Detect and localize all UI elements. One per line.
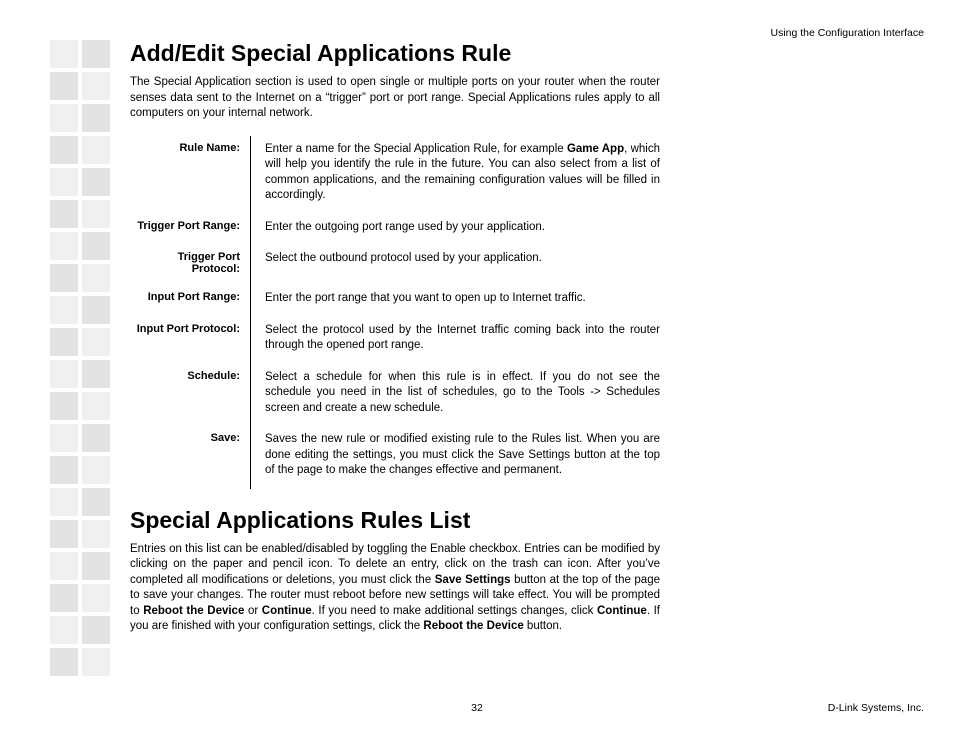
definition-label: Rule Name: bbox=[130, 136, 251, 214]
definition-value: Enter the outgoing port range used by yo… bbox=[251, 214, 661, 246]
header-breadcrumb: Using the Configuration Interface bbox=[770, 27, 924, 39]
decorative-margin bbox=[50, 40, 110, 680]
definition-value: Select a schedule for when this rule is … bbox=[251, 364, 661, 427]
section-intro: The Special Application section is used … bbox=[130, 75, 660, 122]
rules-list-paragraph: Entries on this list can be enabled/disa… bbox=[130, 542, 660, 635]
definition-label: Schedule: bbox=[130, 364, 251, 427]
footer-company: D-Link Systems, Inc. bbox=[828, 702, 924, 714]
definitions-table: Rule Name:Enter a name for the Special A… bbox=[130, 136, 660, 489]
main-content: Add/Edit Special Applications Rule The S… bbox=[130, 40, 660, 635]
section-title: Add/Edit Special Applications Rule bbox=[130, 40, 660, 67]
definition-label: Input Port Range: bbox=[130, 285, 251, 317]
definition-row: Save:Saves the new rule or modified exis… bbox=[130, 426, 660, 489]
definition-label: Save: bbox=[130, 426, 251, 489]
definition-value: Select the protocol used by the Internet… bbox=[251, 317, 661, 364]
page-number: 32 bbox=[0, 702, 954, 714]
definition-row: Trigger Port Range:Enter the outgoing po… bbox=[130, 214, 660, 246]
definition-label: Trigger Port Protocol: bbox=[130, 245, 251, 285]
section-rules-list: Special Applications Rules List Entries … bbox=[130, 507, 660, 635]
definition-row: Schedule:Select a schedule for when this… bbox=[130, 364, 660, 427]
definition-label: Trigger Port Range: bbox=[130, 214, 251, 246]
definition-row: Input Port Range:Enter the port range th… bbox=[130, 285, 660, 317]
page: Using the Configuration Interface Add/Ed… bbox=[0, 0, 954, 738]
definition-value: Saves the new rule or modified existing … bbox=[251, 426, 661, 489]
definition-row: Input Port Protocol:Select the protocol … bbox=[130, 317, 660, 364]
definition-value: Enter a name for the Special Application… bbox=[251, 136, 661, 214]
section-title-2: Special Applications Rules List bbox=[130, 507, 660, 534]
definition-value: Enter the port range that you want to op… bbox=[251, 285, 661, 317]
definition-label: Input Port Protocol: bbox=[130, 317, 251, 364]
definition-row: Trigger Port Protocol:Select the outboun… bbox=[130, 245, 660, 285]
definition-value: Select the outbound protocol used by you… bbox=[251, 245, 661, 285]
definition-row: Rule Name:Enter a name for the Special A… bbox=[130, 136, 660, 214]
